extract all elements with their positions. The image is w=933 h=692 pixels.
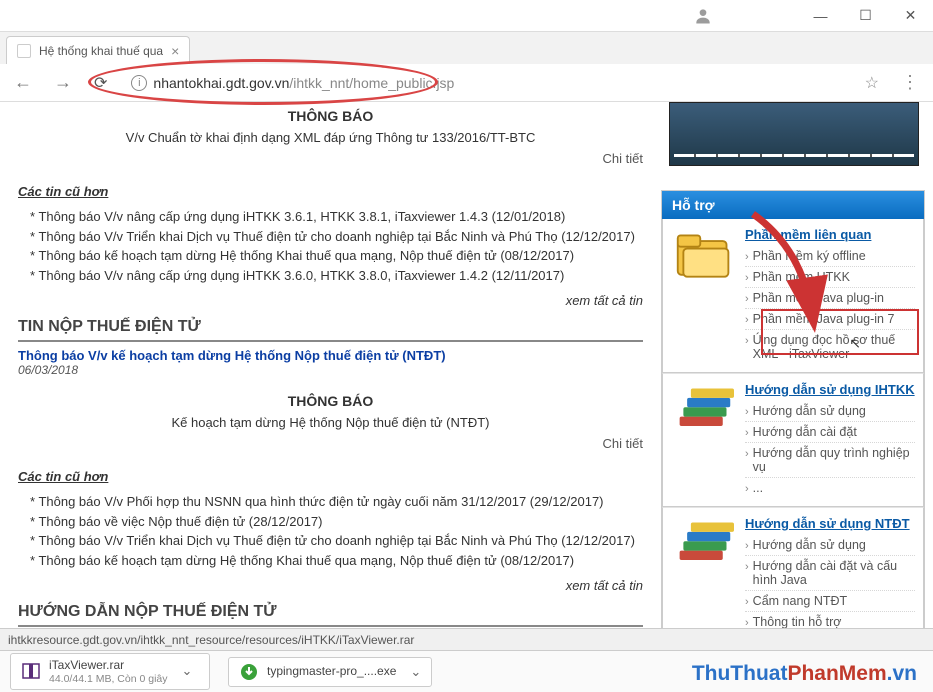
browser-tab[interactable]: Hệ thống khai thuế qua ×: [6, 36, 190, 64]
download-filename: typingmaster-pro_....exe: [267, 664, 396, 678]
older-news-list: Thông báo V/v Phối hợp thu NSNN qua hình…: [18, 492, 643, 570]
main-content: THÔNG BÁO V/v Chuẩn tờ khai định dạng XM…: [0, 102, 661, 628]
support-panel: Hỗ trợ Phần mềm liên quan ›Phần mềm ký o…: [661, 190, 925, 628]
block-title[interactable]: Hướng dẫn sử dụng IHTKK: [745, 382, 915, 397]
chevron-right-icon: ›: [745, 293, 749, 305]
sidebar-link[interactable]: ›Thông tin hỗ trợ: [745, 611, 915, 628]
window-controls: — ☐ ✕: [798, 1, 933, 31]
sidebar-link-itaxviewer[interactable]: ›Ứng dụng đọc hồ sơ thuế XML - iTaxViewe…: [745, 329, 915, 364]
favicon-icon: [17, 44, 31, 58]
address-bar: ← → ⟳ i nhantokhai.gdt.gov.vn/ihtkk_nnt/…: [0, 64, 933, 102]
support-heading: Hỗ trợ: [662, 191, 924, 219]
older-news-heading: Các tin cũ hơn: [18, 184, 643, 199]
download-bar: iTaxViewer.rar 44.0/44.1 MB, Còn 0 giây …: [0, 650, 933, 692]
download-progress: 44.0/44.1 MB, Còn 0 giây: [49, 673, 168, 685]
chevron-right-icon: ›: [745, 483, 749, 495]
books-icon: [671, 516, 737, 574]
list-item[interactable]: Thông báo V/v Phối hợp thu NSNN qua hình…: [30, 492, 643, 512]
notice-heading: THÔNG BÁO: [18, 108, 643, 124]
sidebar-link[interactable]: ›...: [745, 477, 915, 498]
minimize-button[interactable]: —: [798, 1, 843, 31]
video-thumbnail[interactable]: [669, 102, 919, 166]
download-filename: iTaxViewer.rar: [49, 658, 168, 672]
books-icon: [671, 382, 737, 440]
forward-button[interactable]: →: [48, 68, 78, 97]
archive-icon: [21, 661, 41, 681]
sidebar-link[interactable]: ›Hướng dẫn sử dụng: [745, 535, 915, 555]
chevron-right-icon: ›: [745, 335, 749, 347]
tab-bar: Hệ thống khai thuế qua ×: [0, 32, 933, 64]
maximize-button[interactable]: ☐: [843, 1, 888, 31]
see-all-link[interactable]: xem tất cả tin: [18, 578, 643, 593]
list-item[interactable]: Thông báo V/v nâng cấp ứng dụng iHTKK 3.…: [30, 266, 643, 286]
list-item[interactable]: Thông báo V/v Triển khai Dịch vụ Thuế đi…: [30, 531, 643, 551]
status-bar: ihtkkresource.gdt.gov.vn/ihtkk_nnt_resou…: [0, 628, 933, 650]
list-item[interactable]: Thông báo kế hoạch tạm dừng Hệ thống Kha…: [30, 551, 643, 571]
sidebar-link[interactable]: ›Hướng dẫn cài đặt và cấu hình Java: [745, 555, 915, 590]
chevron-down-icon[interactable]: ⌄: [410, 664, 421, 680]
profile-icon[interactable]: [688, 1, 718, 31]
chevron-right-icon: ›: [745, 617, 749, 628]
sidebar-link[interactable]: ›Cẩm nang NTĐT: [745, 590, 915, 611]
section-heading: TIN NỘP THUẾ ĐIỆN TỬ: [18, 318, 643, 342]
block-title[interactable]: Hướng dẫn sử dụng NTĐT: [745, 516, 915, 531]
url-path: /ihtkk_nnt/home_public.jsp: [289, 75, 454, 91]
older-news-heading: Các tin cũ hơn: [18, 469, 643, 484]
reload-button[interactable]: ⟳: [88, 69, 113, 97]
chevron-right-icon: ›: [745, 314, 749, 326]
chevron-right-icon: ›: [745, 561, 749, 573]
support-block-guide-ihtkk: Hướng dẫn sử dụng IHTKK ›Hướng dẫn sử dụ…: [662, 373, 924, 507]
chevron-down-icon[interactable]: ⌄: [182, 663, 193, 679]
block-title[interactable]: Phần mềm liên quan: [745, 227, 915, 242]
back-button[interactable]: ←: [8, 68, 38, 97]
older-news-list: Thông báo V/v nâng cấp ứng dụng iHTKK 3.…: [18, 207, 643, 285]
exe-icon: [239, 662, 259, 682]
tab-title: Hệ thống khai thuế qua: [39, 44, 163, 58]
status-text: ihtkkresource.gdt.gov.vn/ihtkk_nnt_resou…: [8, 633, 414, 647]
sidebar-link[interactable]: ›Phần mềm ký offline: [745, 246, 915, 266]
list-item[interactable]: Thông báo về việc Nộp thuế điện tử (28/1…: [30, 512, 643, 532]
notice-body: Kế hoạch tạm dừng Hệ thống Nộp thuế điện…: [18, 415, 643, 430]
notice-heading: THÔNG BÁO: [18, 393, 643, 409]
bookmark-icon[interactable]: ☆: [865, 73, 879, 93]
chevron-right-icon: ›: [745, 251, 749, 263]
site-info-icon[interactable]: i: [131, 75, 147, 91]
window-titlebar: — ☐ ✕: [0, 0, 933, 32]
browser-menu-icon[interactable]: ⋮: [901, 72, 919, 93]
close-button[interactable]: ✕: [888, 1, 933, 31]
folder-icon: [671, 227, 737, 285]
see-all-link[interactable]: xem tất cả tin: [18, 293, 643, 308]
sidebar-link[interactable]: ›Phần mềm Java plug-in: [745, 287, 915, 308]
download-item[interactable]: typingmaster-pro_....exe ⌄: [228, 657, 432, 687]
featured-link[interactable]: Thông báo V/v kế hoạch tạm dừng Hệ thống…: [18, 348, 643, 363]
chevron-right-icon: ›: [745, 448, 749, 460]
chevron-right-icon: ›: [745, 540, 749, 552]
download-item[interactable]: iTaxViewer.rar 44.0/44.1 MB, Còn 0 giây …: [10, 653, 210, 689]
watermark: ThuThuatPhanMem.vn: [692, 662, 917, 686]
detail-link[interactable]: Chi tiết: [18, 436, 643, 451]
url-host: nhantokhai.gdt.gov.vn: [153, 75, 289, 91]
chevron-right-icon: ›: [745, 272, 749, 284]
sidebar-link[interactable]: ›Hướng dẫn cài đặt: [745, 421, 915, 442]
list-item[interactable]: Thông báo V/v nâng cấp ứng dụng iHTKK 3.…: [30, 207, 643, 227]
support-block-guide-ntdt: Hướng dẫn sử dụng NTĐT ›Hướng dẫn sử dụn…: [662, 507, 924, 628]
section-heading: HƯỚNG DẪN NỘP THUẾ ĐIỆN TỬ: [18, 603, 643, 627]
notice-body: V/v Chuẩn tờ khai định dạng XML đáp ứng …: [18, 130, 643, 145]
sidebar-link[interactable]: ›Hướng dẫn sử dụng: [745, 401, 915, 421]
support-block-software: Phần mềm liên quan ›Phần mềm ký offline …: [662, 219, 924, 373]
detail-link[interactable]: Chi tiết: [18, 151, 643, 166]
sidebar-link[interactable]: ›Phần mềm HTKK: [745, 266, 915, 287]
tab-close-icon[interactable]: ×: [171, 43, 179, 59]
url-input[interactable]: i nhantokhai.gdt.gov.vn/ihtkk_nnt/home_p…: [123, 71, 848, 95]
chevron-right-icon: ›: [745, 427, 749, 439]
list-item[interactable]: Thông báo kế hoạch tạm dừng Hệ thống Kha…: [30, 246, 643, 266]
sidebar: Hỗ trợ Phần mềm liên quan ›Phần mềm ký o…: [661, 102, 933, 628]
chevron-right-icon: ›: [745, 406, 749, 418]
sidebar-link[interactable]: ›Hướng dẫn quy trình nghiệp vụ: [745, 442, 915, 477]
featured-date: 06/03/2018: [18, 363, 643, 377]
sidebar-link[interactable]: ›Phần mềm Java plug-in 7: [745, 308, 915, 329]
list-item[interactable]: Thông báo V/v Triển khai Dịch vụ Thuế đi…: [30, 227, 643, 247]
chevron-right-icon: ›: [745, 596, 749, 608]
